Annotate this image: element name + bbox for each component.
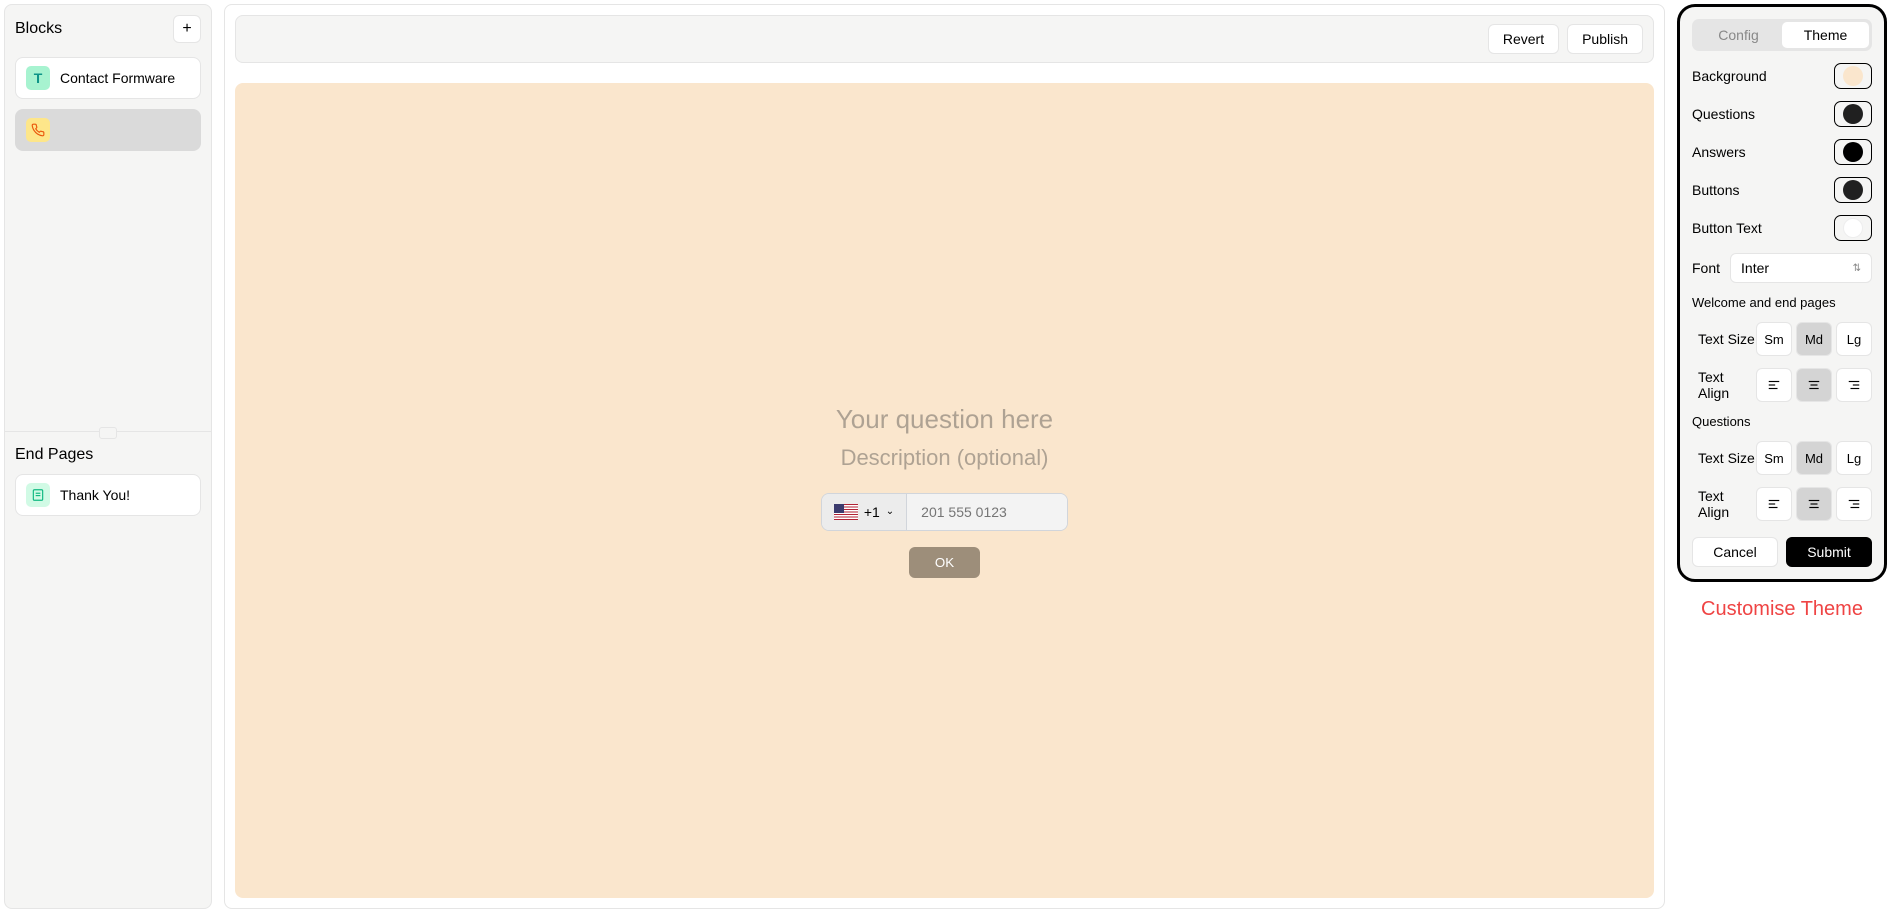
- block-label: Contact Formware: [60, 70, 175, 86]
- block-item-contact[interactable]: T Contact Formware: [15, 57, 201, 99]
- sidebar-left: Blocks + T Contact Formware End Pages Th…: [4, 4, 212, 909]
- welcome-align-center[interactable]: [1796, 368, 1832, 402]
- text-align-label-q: Text Align: [1698, 488, 1756, 520]
- question-placeholder[interactable]: Your question here: [836, 404, 1053, 435]
- buttons-color-swatch[interactable]: [1834, 177, 1872, 203]
- theme-panel: Config Theme Background Questions Answer…: [1677, 4, 1887, 582]
- tab-theme[interactable]: Theme: [1782, 22, 1869, 48]
- answers-color-swatch[interactable]: [1834, 139, 1872, 165]
- tab-config[interactable]: Config: [1695, 22, 1782, 48]
- questions-size-md[interactable]: Md: [1796, 441, 1832, 475]
- phone-icon: [26, 118, 50, 142]
- questions-size-sm[interactable]: Sm: [1756, 441, 1792, 475]
- canvas-area: Revert Publish Your question here Descri…: [224, 4, 1665, 909]
- topbar: Revert Publish: [235, 15, 1654, 63]
- phone-field: +1 ⌄: [821, 493, 1068, 531]
- questions-color-swatch[interactable]: [1834, 101, 1872, 127]
- questions-size-lg[interactable]: Lg: [1836, 441, 1872, 475]
- document-icon: [26, 483, 50, 507]
- welcome-align-right[interactable]: [1836, 368, 1872, 402]
- blocks-title: Blocks: [15, 20, 62, 38]
- questions-align-right[interactable]: [1836, 487, 1872, 521]
- text-icon: T: [26, 66, 50, 90]
- questions-section-label: Questions: [1692, 414, 1872, 429]
- button-text-label: Button Text: [1692, 220, 1762, 236]
- phone-input[interactable]: [907, 494, 1067, 530]
- block-item-phone[interactable]: [15, 109, 201, 151]
- description-placeholder[interactable]: Description (optional): [841, 445, 1049, 471]
- text-align-label: Text Align: [1698, 369, 1756, 401]
- callout-text: Customise Theme: [1677, 598, 1887, 621]
- button-text-color-swatch[interactable]: [1834, 215, 1872, 241]
- questions-label: Questions: [1692, 106, 1755, 122]
- background-color-swatch[interactable]: [1834, 63, 1872, 89]
- end-page-label: Thank You!: [60, 487, 130, 503]
- cancel-button[interactable]: Cancel: [1692, 537, 1778, 567]
- chevron-down-icon: ⌄: [886, 506, 894, 517]
- add-block-button[interactable]: +: [173, 15, 201, 43]
- plus-icon: +: [182, 20, 191, 38]
- welcome-size-sm[interactable]: Sm: [1756, 322, 1792, 356]
- sidebar-right: Config Theme Background Questions Answer…: [1677, 4, 1887, 909]
- publish-button[interactable]: Publish: [1567, 24, 1643, 54]
- us-flag-icon: [834, 504, 858, 520]
- submit-button[interactable]: Submit: [1786, 537, 1872, 567]
- end-page-item[interactable]: Thank You!: [15, 474, 201, 516]
- country-code-select[interactable]: +1 ⌄: [822, 494, 907, 530]
- answers-label: Answers: [1692, 144, 1746, 160]
- text-size-label: Text Size: [1698, 331, 1755, 347]
- panel-resize-handle[interactable]: [5, 431, 211, 432]
- select-chevron-icon: ⇅: [1853, 263, 1861, 274]
- form-preview: Your question here Description (optional…: [235, 83, 1654, 898]
- font-label: Font: [1692, 260, 1720, 276]
- questions-align-left[interactable]: [1756, 487, 1792, 521]
- welcome-size-lg[interactable]: Lg: [1836, 322, 1872, 356]
- font-value: Inter: [1741, 260, 1769, 276]
- background-label: Background: [1692, 68, 1767, 84]
- welcome-size-md[interactable]: Md: [1796, 322, 1832, 356]
- questions-align-center[interactable]: [1796, 487, 1832, 521]
- panel-tabs: Config Theme: [1692, 19, 1872, 51]
- revert-button[interactable]: Revert: [1488, 24, 1559, 54]
- font-select[interactable]: Inter ⇅: [1730, 253, 1872, 283]
- welcome-align-left[interactable]: [1756, 368, 1792, 402]
- buttons-label: Buttons: [1692, 182, 1739, 198]
- country-code: +1: [864, 504, 880, 520]
- end-pages-title: End Pages: [15, 446, 201, 464]
- welcome-section-label: Welcome and end pages: [1692, 295, 1872, 310]
- text-size-label-q: Text Size: [1698, 450, 1755, 466]
- ok-button[interactable]: OK: [909, 547, 980, 578]
